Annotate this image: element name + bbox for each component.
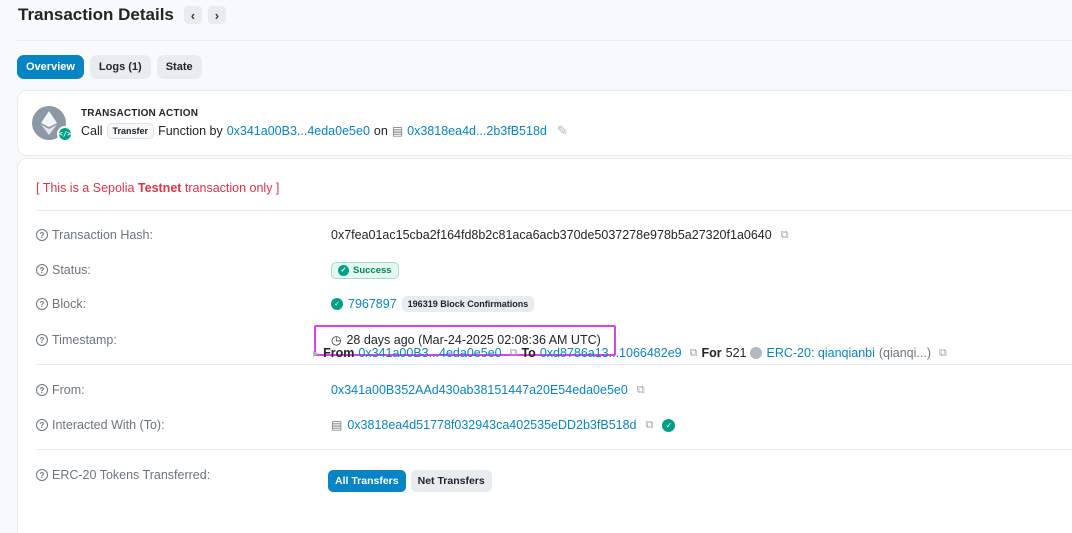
section-divider: [36, 449, 1072, 450]
transaction-action-card: </> TRANSACTION ACTION Call Transfer Fun…: [17, 90, 1072, 156]
next-tx-button[interactable]: ›: [207, 6, 226, 24]
to-address-link[interactable]: 0x3818ea4d51778f032943ca402535eDD2b3fB51…: [347, 418, 636, 432]
copy-icon[interactable]: ⧉: [781, 229, 789, 242]
tab-logs[interactable]: Logs (1): [89, 55, 151, 79]
copy-icon[interactable]: ⧉: [939, 347, 947, 360]
copy-icon[interactable]: ⧉: [690, 347, 698, 360]
copy-icon[interactable]: ⧉: [510, 347, 518, 360]
from-label: From:: [52, 383, 85, 397]
edit-pencil-icon[interactable]: ✎: [557, 123, 568, 139]
warning-bold: Testnet: [137, 181, 182, 195]
help-icon[interactable]: ?: [36, 469, 48, 481]
copy-icon[interactable]: ⧉: [637, 384, 645, 397]
section-divider: [36, 210, 1072, 211]
transfer-to-link[interactable]: 0xd8786a13...1066482e9: [540, 346, 682, 360]
check-circle-icon: ✓: [338, 264, 349, 276]
help-icon[interactable]: ?: [36, 419, 48, 431]
copy-icon[interactable]: ⧉: [646, 419, 654, 432]
erc20-label: ERC-20 Tokens Transferred:: [52, 468, 211, 482]
status-row: ? Status: ✓ Success: [36, 259, 1072, 281]
timestamp-label: Timestamp:: [52, 333, 117, 347]
help-icon[interactable]: ?: [36, 298, 48, 310]
token-logo-icon: [750, 347, 763, 359]
block-row: ? Block: ✓ 7967897 196319 Block Confirmatio…: [36, 293, 1072, 315]
erc20-row: ? ERC-20 Tokens Transferred: All Transfer…: [36, 468, 1072, 492]
status-value: Success: [353, 264, 392, 276]
contract-doc-icon: ▤: [331, 418, 343, 432]
transfer-from-label: From: [323, 346, 355, 360]
block-label: Block:: [52, 297, 87, 311]
warning-suffix: transaction only ]: [181, 181, 280, 195]
help-icon[interactable]: ?: [36, 384, 48, 396]
tab-bar: Overview Logs (1) State: [17, 55, 202, 79]
chevron-left-icon: ‹: [190, 7, 196, 23]
method-badge: Transfer: [106, 123, 155, 139]
help-icon[interactable]: ?: [36, 334, 48, 346]
warning-prefix: [ This is a Sepolia: [36, 181, 138, 195]
check-circle-icon: ✓: [331, 298, 343, 310]
hash-label: Transaction Hash:: [52, 228, 153, 242]
contract-doc-icon: ▤: [391, 124, 404, 138]
block-number-link[interactable]: 7967897: [348, 297, 397, 311]
page-title: Transaction Details: [18, 5, 174, 24]
on-label: on: [373, 124, 388, 138]
help-icon[interactable]: ?: [36, 229, 48, 241]
hash-value: 0x7fea01ac15cba2f164fd8b2c81aca6acb370de…: [331, 228, 772, 242]
verified-check-icon: ✓: [662, 418, 676, 432]
action-from-link[interactable]: 0x341a00B3...4eda0e5e0: [227, 124, 370, 138]
token-transfer-line: ▶ From 0x341a00B3...4eda0e5e0 ⧉ To 0xd87…: [313, 346, 947, 360]
caret-right-icon: ▶: [313, 348, 320, 358]
tab-state[interactable]: State: [156, 55, 202, 79]
call-label: Call: [81, 124, 103, 138]
from-row: ? From: 0x341a00B352AAd430ab38151447a20E5…: [36, 379, 1072, 401]
function-by-label: Function by: [158, 124, 223, 138]
contract-code-icon: </>: [57, 126, 73, 142]
interacted-with-label: Interacted With (To):: [52, 418, 165, 432]
chevron-right-icon: ›: [214, 7, 220, 23]
block-confirmations-badge: 196319 Block Confirmations: [401, 296, 535, 312]
net-transfers-button[interactable]: Net Transfers: [410, 470, 492, 492]
transaction-action-line: Call Transfer Function by 0x341a00B3...4…: [81, 123, 568, 139]
transfer-from-link[interactable]: 0x341a00B3...4eda0e5e0: [358, 346, 501, 360]
token-name-link[interactable]: ERC-20: qianqianbi: [766, 346, 874, 360]
transaction-action-heading: TRANSACTION ACTION: [81, 108, 199, 119]
help-icon[interactable]: ?: [36, 264, 48, 276]
status-badge: ✓ Success: [331, 261, 399, 279]
token-symbol: (qianqi...): [878, 346, 931, 360]
all-transfers-button[interactable]: All Transfers: [328, 470, 406, 492]
header-divider: [17, 40, 1072, 41]
tab-overview[interactable]: Overview: [17, 55, 84, 79]
transfer-amount: 521: [725, 346, 747, 360]
action-contract-link[interactable]: 0x3818ea4d...2b3fB518d: [407, 124, 547, 138]
from-address-link[interactable]: 0x341a00B352AAd430ab38151447a20E54eda0e5…: [331, 383, 628, 397]
page-header: Transaction Details ‹ ›: [18, 5, 226, 25]
section-divider: [36, 364, 1072, 365]
transfer-to-label: To: [521, 346, 536, 360]
prev-tx-button[interactable]: ‹: [183, 6, 202, 24]
status-label: Status:: [52, 263, 91, 277]
interacted-with-row: ? Interacted With (To): ▤ 0x3818ea4d51778f…: [36, 414, 1072, 436]
hash-row: ? Transaction Hash: 0x7fea01ac15cba2f164f…: [36, 224, 1072, 246]
transfer-for-label: For: [701, 346, 722, 360]
testnet-warning: [ This is a Sepolia Testnet transaction …: [36, 181, 279, 195]
